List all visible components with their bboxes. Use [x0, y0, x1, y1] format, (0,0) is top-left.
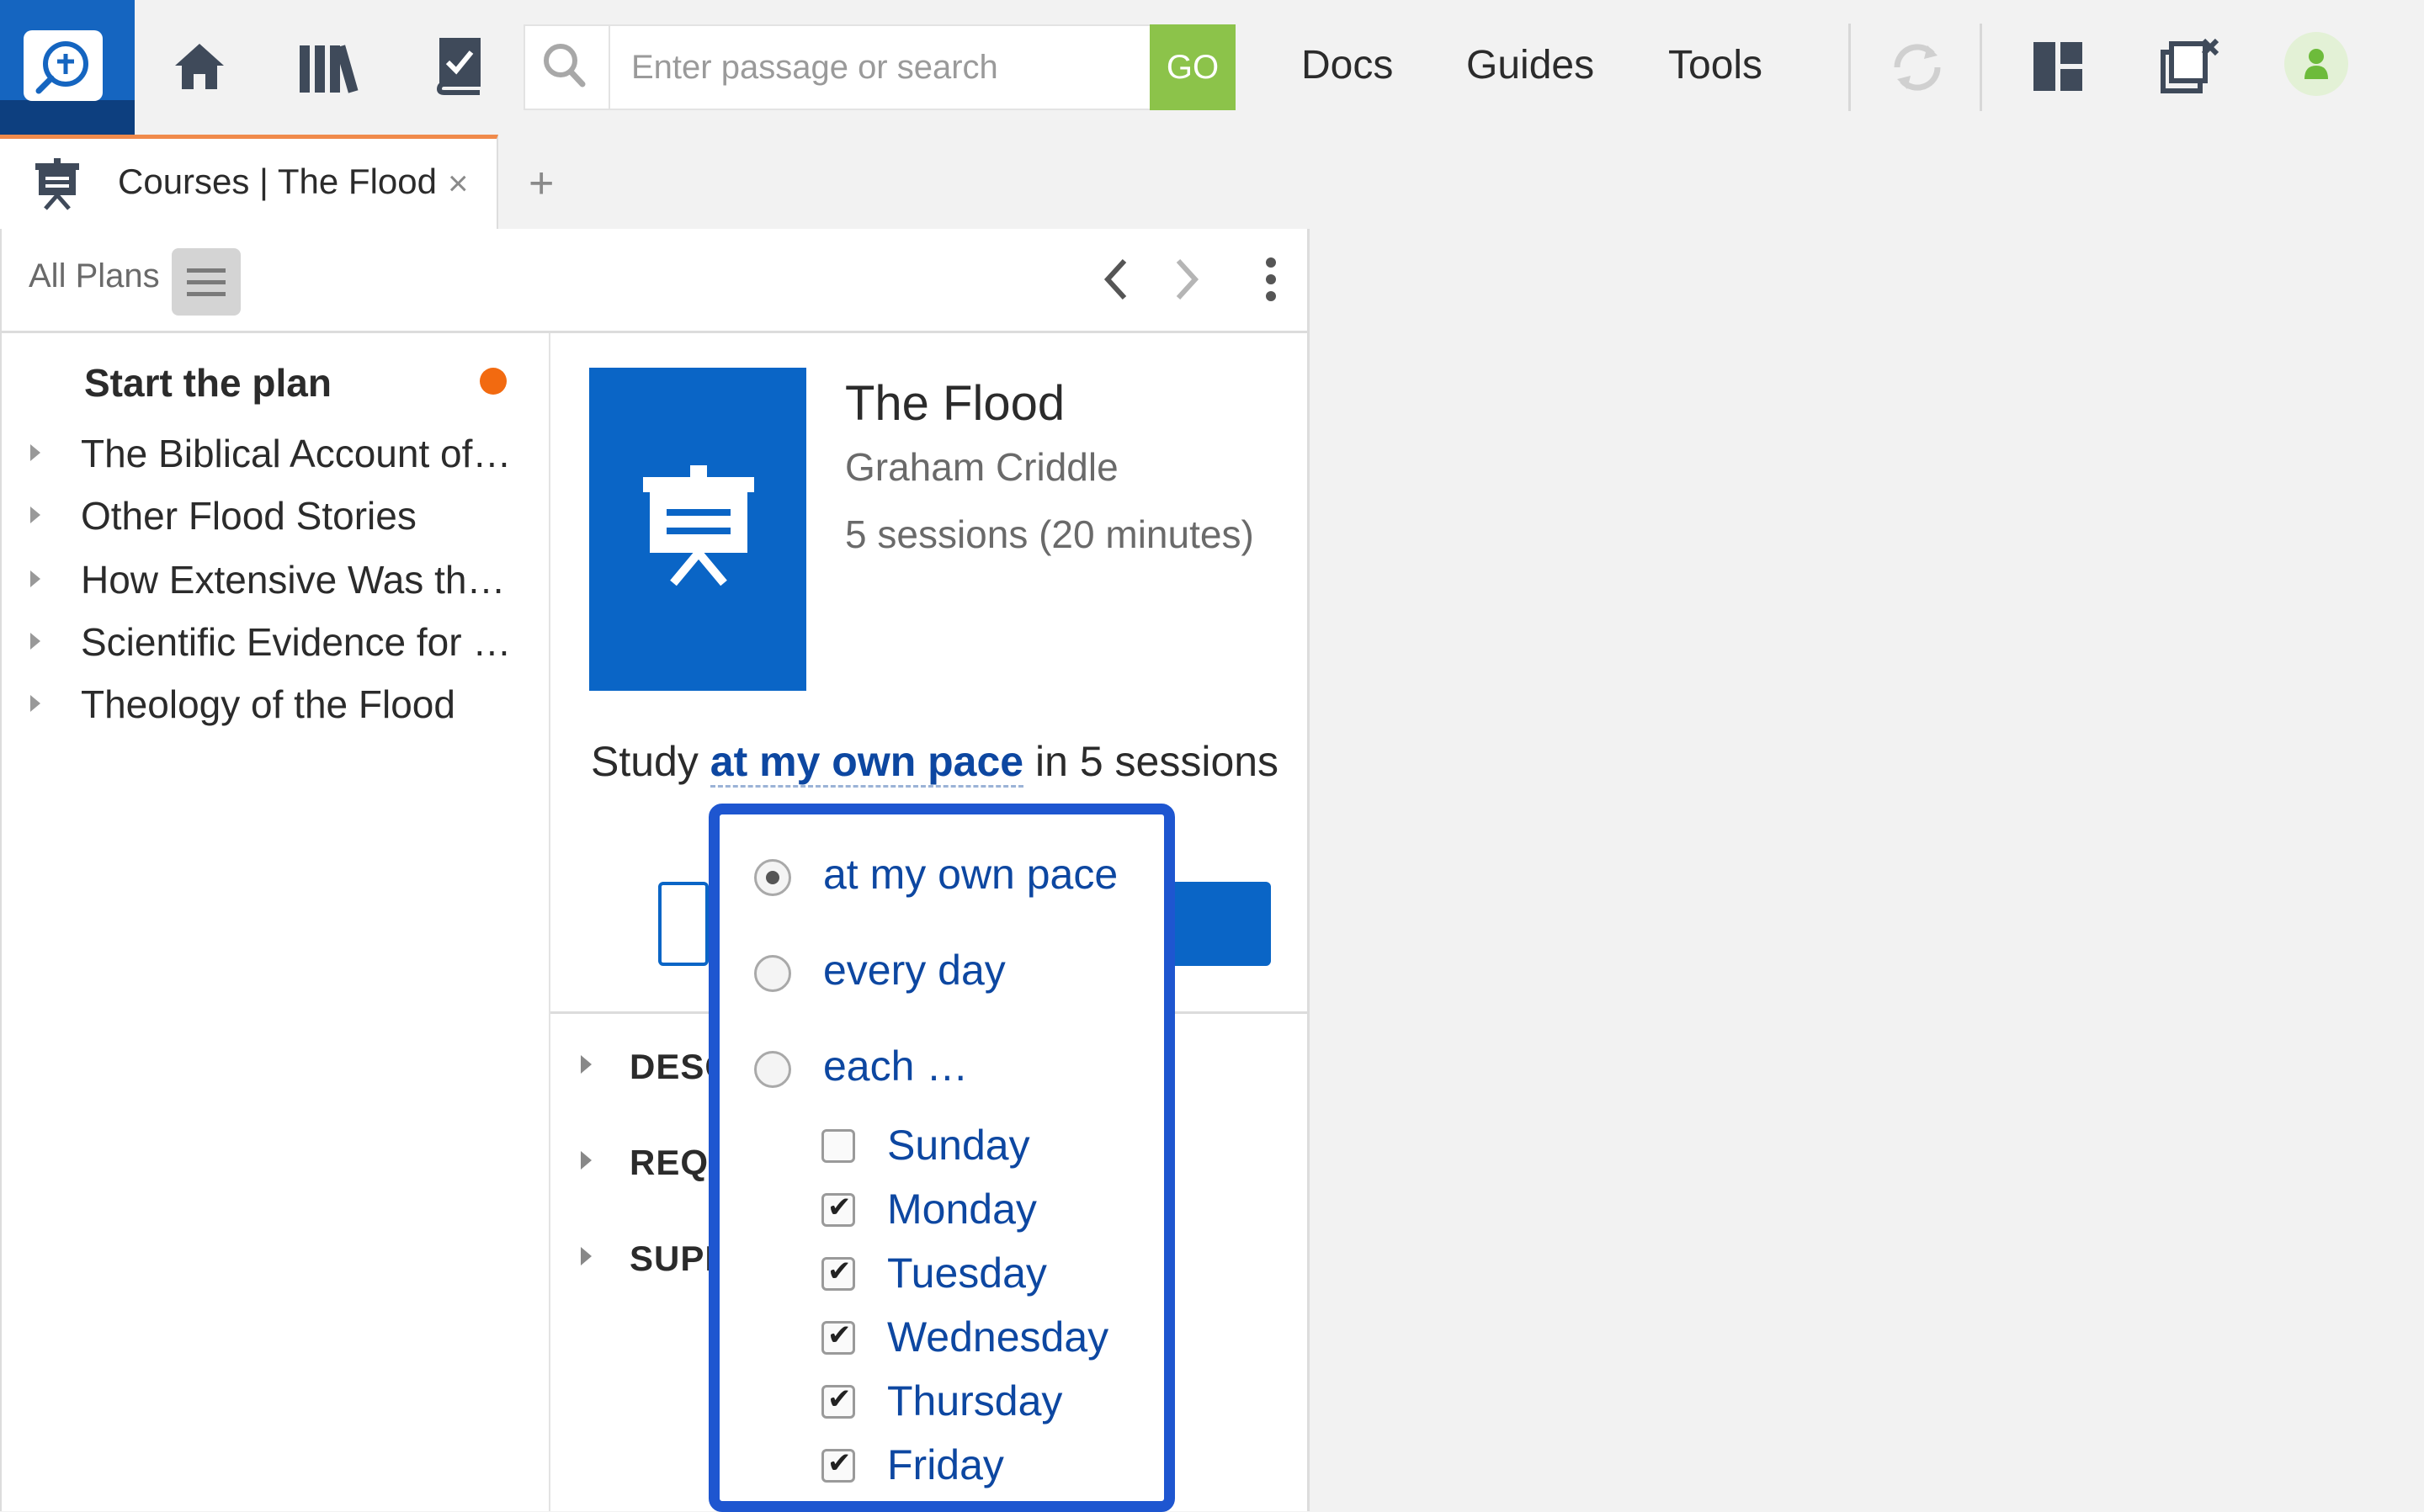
start-button[interactable] — [1162, 882, 1271, 966]
checkbox-wednesday[interactable] — [821, 1318, 855, 1355]
session-label: The Biblical Account of… — [81, 432, 512, 475]
expand-arrow-icon[interactable] — [581, 1247, 592, 1265]
expand-arrow-icon[interactable] — [581, 1151, 592, 1170]
add-tab-button[interactable]: + — [529, 162, 554, 205]
search-input[interactable] — [621, 30, 1143, 104]
day-label: Friday — [887, 1441, 1004, 1488]
panel-menu-button[interactable] — [172, 248, 241, 316]
checkbox-sunday[interactable] — [821, 1129, 855, 1163]
day-label: Thursday — [887, 1377, 1063, 1424]
session-label: Scientific Evidence for … — [81, 620, 512, 664]
course-author: Graham Criddle — [845, 445, 1119, 489]
layouts-icon[interactable] — [2032, 40, 2084, 93]
secondary-button[interactable] — [658, 882, 709, 966]
go-button[interactable]: GO — [1150, 24, 1236, 110]
library-icon[interactable] — [298, 42, 359, 94]
checkbox-thursday[interactable] — [821, 1382, 855, 1419]
forward-icon[interactable] — [1172, 257, 1202, 301]
close-panels-icon[interactable] — [2160, 37, 2220, 96]
session-item[interactable]: How Extensive Was the… — [0, 550, 549, 609]
day-thursday[interactable]: Thursday — [820, 1373, 1140, 1429]
study-suffix: in 5 sessions — [1035, 738, 1279, 785]
app-logo[interactable] — [0, 0, 135, 135]
expand-arrow-icon[interactable] — [30, 695, 40, 712]
nav-docs[interactable]: Docs — [1301, 42, 1393, 88]
day-label: Wednesday — [887, 1313, 1109, 1361]
session-label: Other Flood Stories — [81, 494, 417, 538]
option-every-day[interactable]: every day — [754, 942, 1141, 1001]
sync-icon[interactable] — [1885, 35, 1949, 99]
radio-own-pace[interactable] — [754, 859, 791, 896]
option-each[interactable]: each … — [754, 1038, 1141, 1097]
radio-every-day[interactable] — [754, 955, 791, 992]
session-item[interactable]: Other Flood Stories — [0, 486, 549, 545]
start-the-plan-item[interactable]: Start the plan — [84, 360, 332, 406]
search-icon — [540, 40, 587, 91]
expand-arrow-icon[interactable] — [30, 444, 40, 461]
reading-plan-icon[interactable] — [434, 37, 485, 96]
expand-arrow-icon[interactable] — [30, 633, 40, 650]
day-label: Monday — [887, 1186, 1037, 1233]
nav-guides[interactable]: Guides — [1466, 42, 1594, 88]
home-icon[interactable] — [172, 39, 227, 94]
expand-arrow-icon[interactable] — [30, 570, 40, 587]
day-tuesday[interactable]: Tuesday — [820, 1245, 1140, 1301]
user-avatar[interactable] — [2284, 32, 2348, 96]
checkbox-monday[interactable] — [821, 1191, 855, 1227]
day-wednesday[interactable]: Wednesday — [820, 1309, 1140, 1365]
session-label: How Extensive Was the… — [81, 558, 527, 602]
session-item[interactable]: Theology of the Flood — [0, 675, 549, 734]
user-icon — [2304, 49, 2328, 79]
checkbox-friday[interactable] — [821, 1446, 855, 1483]
all-plans-link[interactable]: All Plans — [29, 257, 160, 295]
course-length: 5 sessions (20 minutes) — [845, 512, 1254, 556]
session-item[interactable]: The Biblical Account of… — [0, 424, 549, 483]
option-label: at my own pace — [823, 851, 1119, 898]
study-pace-sentence: Study at my own pace in 5 sessions — [591, 737, 1279, 788]
option-label: each … — [823, 1042, 969, 1090]
course-cover — [589, 368, 806, 691]
day-label: Sunday — [887, 1122, 1030, 1169]
option-label: every day — [823, 947, 1006, 994]
pace-dropdown-trigger[interactable]: at my own pace — [710, 738, 1024, 788]
course-title: The Flood — [845, 376, 1066, 431]
checkbox-tuesday[interactable] — [821, 1255, 855, 1291]
back-icon[interactable] — [1101, 257, 1131, 301]
option-own-pace[interactable]: at my own pace — [754, 846, 1141, 905]
courses-icon — [32, 157, 82, 210]
radio-each[interactable] — [754, 1051, 791, 1088]
session-label: Theology of the Flood — [81, 682, 455, 726]
close-tab-icon[interactable]: × — [448, 163, 469, 204]
nav-tools[interactable]: Tools — [1668, 42, 1762, 88]
course-presentation-icon — [643, 465, 754, 586]
hamburger-icon — [187, 268, 226, 296]
day-friday[interactable]: Friday — [820, 1437, 1140, 1493]
tab-title: Courses | The Flood — [118, 162, 437, 201]
expand-arrow-icon[interactable] — [581, 1055, 592, 1074]
expand-arrow-icon[interactable] — [30, 507, 40, 523]
more-options-icon[interactable] — [1262, 256, 1279, 303]
day-sunday[interactable]: Sunday — [820, 1117, 1140, 1173]
day-monday[interactable]: Monday — [820, 1181, 1140, 1237]
section-label: SUPI — [630, 1239, 716, 1278]
study-prefix: Study — [591, 738, 699, 785]
logos-search-icon — [35, 41, 88, 94]
session-item[interactable]: Scientific Evidence for … — [0, 613, 549, 671]
status-dot — [480, 368, 507, 395]
day-label: Tuesday — [887, 1249, 1047, 1297]
